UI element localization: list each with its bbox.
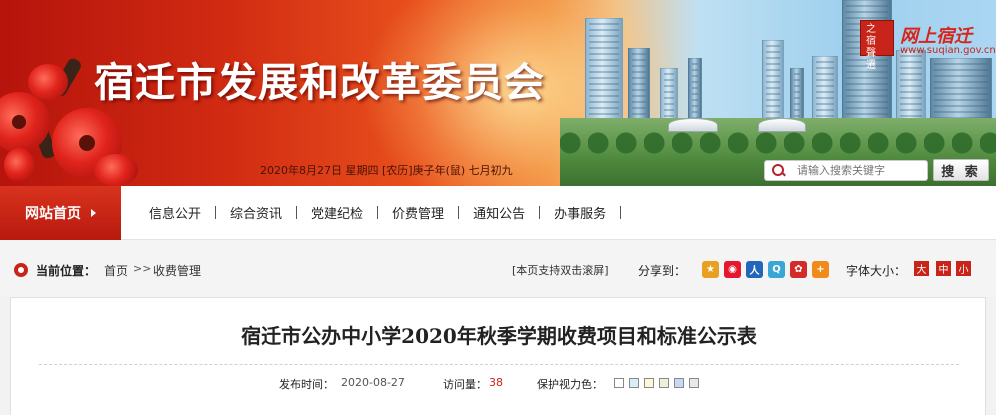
- more-share-icon[interactable]: +: [812, 261, 829, 278]
- date-display: 2020年8月27日 星期四 [农历]庚子年(鼠) 七月初九: [260, 164, 513, 177]
- eye-color-swatch-green[interactable]: [659, 378, 669, 388]
- stadium-dome: [758, 118, 806, 132]
- article-title: 宿迁市公办中小学2020年秋季学期收费项目和标准公示表: [241, 324, 757, 348]
- font-size-large-button[interactable]: 大: [914, 261, 929, 276]
- eye-color-swatch-gray[interactable]: [689, 378, 699, 388]
- skyline-building: [762, 40, 784, 128]
- weibo-icon[interactable]: ◉: [724, 261, 741, 278]
- nav-item-price-management[interactable]: 价费管理: [378, 203, 458, 222]
- breadcrumb-separator: >>: [133, 262, 152, 275]
- location-icon: [14, 263, 28, 277]
- view-count: 38: [489, 376, 503, 389]
- site-title: 宿迁市发展和改革委员会: [94, 59, 545, 106]
- skyline-building: [585, 18, 623, 128]
- renren-icon[interactable]: 人: [746, 261, 763, 278]
- eye-protection-label: 保护视力色：: [537, 378, 603, 391]
- share-label: 分享到：: [638, 264, 687, 278]
- eye-color-swatch-yellow[interactable]: [644, 378, 654, 388]
- nav-item-party-discipline[interactable]: 党建纪检: [297, 203, 377, 222]
- main-nav: 网站首页 信息公开 综合资讯 党建纪检 价费管理 通知公告 办事服务: [0, 185, 996, 240]
- kapok-bud-decoration: [28, 64, 68, 100]
- nav-items: 信息公开 综合资讯 党建纪检 价费管理 通知公告 办事服务: [135, 203, 622, 222]
- breadcrumb-label: 当前位置：: [36, 264, 97, 278]
- eye-color-swatch-blue[interactable]: [629, 378, 639, 388]
- double-click-scroll-note: [本页支持双击滚屏]: [512, 264, 609, 277]
- stadium-dome: [668, 118, 718, 132]
- suqian-seal-logo: 之 宿 聲 遷: [860, 20, 894, 71]
- font-size-medium-button[interactable]: 中: [936, 261, 951, 276]
- search-input[interactable]: [797, 164, 927, 177]
- font-size-label: 字体大小：: [846, 264, 907, 278]
- skyline-building: [896, 50, 926, 128]
- nav-separator: [620, 206, 622, 219]
- kapok-bud-decoration: [4, 148, 34, 182]
- search-box[interactable]: [764, 160, 928, 181]
- skyline-building: [628, 48, 650, 128]
- publish-date: 2020-08-27: [341, 376, 405, 389]
- qzone-icon[interactable]: ★: [702, 261, 719, 278]
- breadcrumb-home[interactable]: 首页: [104, 262, 128, 279]
- eye-color-swatch-white[interactable]: [614, 378, 624, 388]
- divider: [39, 364, 959, 365]
- breadcrumb-current[interactable]: 收费管理: [153, 262, 201, 279]
- nav-item-news[interactable]: 综合资讯: [216, 203, 296, 222]
- site-banner: 宿迁市发展和改革委员会 之 宿 聲 遷 网上宿迁 www.suqian.gov.…: [0, 0, 996, 186]
- tencent-weibo-icon[interactable]: Q: [768, 261, 785, 278]
- nav-item-notices[interactable]: 通知公告: [459, 203, 539, 222]
- portal-url[interactable]: www.suqian.gov.cn: [900, 45, 996, 56]
- font-size-small-button[interactable]: 小: [956, 261, 971, 276]
- search-icon: [771, 163, 785, 179]
- nav-item-info-disclosure[interactable]: 信息公开: [135, 203, 215, 222]
- park-trees: [560, 128, 996, 158]
- eye-color-swatch-lavender[interactable]: [674, 378, 684, 388]
- breadcrumb-bar: 当前位置： 首页 >> 收费管理 [本页支持双击滚屏] 分享到： ★ ◉ 人 Q…: [0, 241, 996, 297]
- kapok-bud-decoration: [94, 154, 138, 186]
- search-button[interactable]: 搜 索: [933, 159, 989, 181]
- nav-item-services[interactable]: 办事服务: [540, 203, 620, 222]
- view-count-label: 访问量：: [443, 378, 487, 391]
- caret-right-icon: [91, 208, 96, 217]
- article-card: 宿迁市公办中小学2020年秋季学期收费项目和标准公示表 发布时间： 2020-0…: [10, 297, 986, 415]
- nav-home[interactable]: 网站首页: [0, 185, 121, 240]
- kaixin-icon[interactable]: ✿: [790, 261, 807, 278]
- page: 宿迁市发展和改革委员会 之 宿 聲 遷 网上宿迁 www.suqian.gov.…: [0, 0, 996, 415]
- publish-date-label: 发布时间：: [279, 378, 334, 391]
